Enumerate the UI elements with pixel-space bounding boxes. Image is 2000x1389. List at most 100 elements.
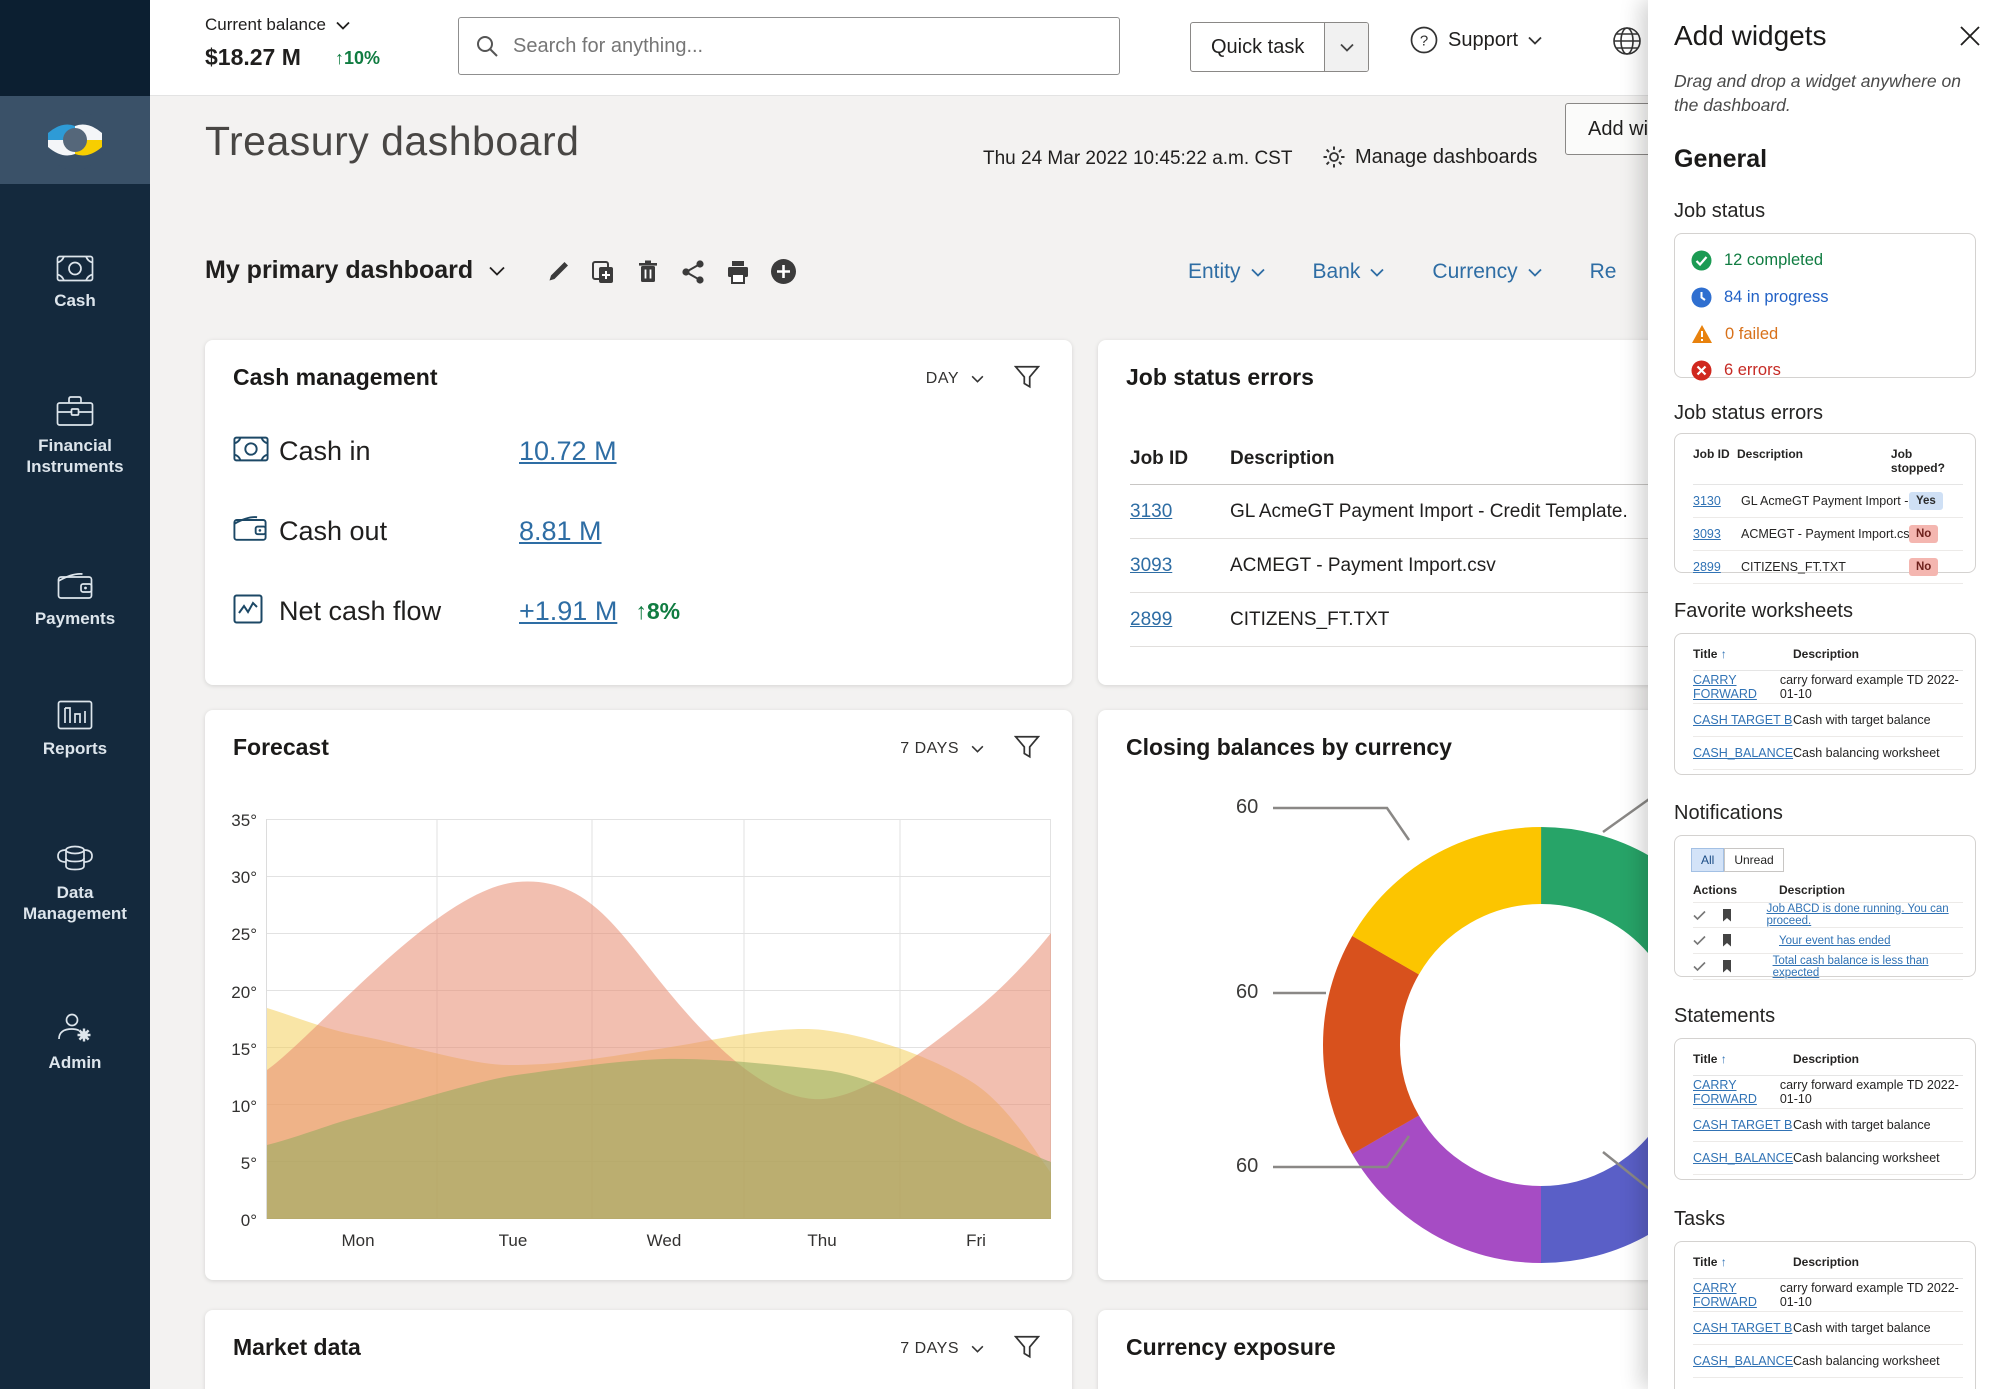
current-balance-dropdown[interactable]: Current balance [205, 15, 350, 35]
sidebar-item-payments[interactable]: Payments [0, 572, 150, 629]
tab-all[interactable]: All [1691, 848, 1724, 872]
donut-callout-label: 60 [1236, 796, 1258, 819]
statement-description: Cash with target balance [1793, 1118, 1931, 1132]
job-status-item: 84 in progress [1675, 279, 1975, 316]
manage-dashboards-button[interactable]: Manage dashboards [1322, 145, 1537, 169]
widget-notifications[interactable]: All Unread Actions Description Job ABCD … [1674, 835, 1976, 977]
filter-funnel-icon[interactable] [1014, 364, 1040, 390]
quick-task-main[interactable]: Quick task [1191, 23, 1324, 71]
mark-read-icon[interactable] [1693, 961, 1706, 972]
table-row: CASH_BALANCE Cash balancing worksheet [1693, 1142, 1963, 1175]
table-row: CASH_BALANCE Cash balancing worksheet [1693, 737, 1963, 770]
quick-task-dropdown[interactable] [1324, 23, 1368, 71]
statement-link[interactable]: CASH_BALANCE [1693, 1151, 1793, 1165]
net-cash-flow-value[interactable]: +1.91 M [519, 596, 617, 627]
filter-funnel-icon[interactable] [1014, 1334, 1040, 1360]
table-row: CASH TARGET B Cash with target balance [1693, 704, 1963, 737]
dashboard-selector[interactable]: My primary dashboard [205, 256, 505, 285]
market-period-dropdown[interactable]: 7 DAYS [900, 1340, 984, 1358]
error-circle-icon [1691, 360, 1712, 381]
language-globe-button[interactable] [1612, 26, 1642, 61]
cash-period-dropdown[interactable]: DAY [926, 370, 984, 388]
worksheet-description: carry forward example TD 2022-01-10 [1780, 673, 1963, 701]
filter-truncated[interactable]: Re [1590, 260, 1617, 284]
job-status-text: 0 failed [1725, 325, 1778, 344]
panel-title: Add widgets [1674, 20, 1827, 52]
sort-asc-icon[interactable]: ↑ [1721, 647, 1727, 661]
worksheet-link[interactable]: CARRY FORWARD [1693, 673, 1757, 701]
widget-favorite-worksheets[interactable]: Title ↑ Description CARRY FORWARD carry … [1674, 633, 1976, 775]
callout-line [1273, 808, 1409, 840]
notification-link[interactable]: Your event has ended [1779, 935, 1890, 947]
sidebar-item-data-management[interactable]: Data Management [0, 842, 150, 925]
widget-job-status[interactable]: 12 completed 84 in progress 0 failed 6 e… [1674, 233, 1976, 378]
edit-icon[interactable] [545, 259, 571, 285]
task-link[interactable]: CASH_BALANCE [1693, 1354, 1793, 1368]
notification-link[interactable]: Job ABCD is done running. You can procee… [1766, 903, 1963, 927]
job-id-link[interactable]: 2899 [1693, 560, 1721, 574]
job-status-text: 12 completed [1724, 251, 1823, 270]
x-tick: Fri [966, 1231, 986, 1251]
filter-currency[interactable]: Currency [1432, 260, 1541, 284]
forecast-period-dropdown[interactable]: 7 DAYS [900, 740, 984, 758]
sidebar-item-financial-instruments[interactable]: Financial Instruments [0, 395, 150, 478]
task-link[interactable]: CASH TARGET B [1693, 1321, 1792, 1335]
add-icon[interactable] [770, 258, 797, 285]
chevron-down-icon [1251, 268, 1265, 277]
cash-out-row: Cash out 8.81 M [233, 515, 602, 547]
search-input[interactable] [513, 35, 1103, 58]
table-row: 3093 ACMEGT - Payment Import.csv No [1693, 518, 1963, 551]
delete-icon[interactable] [635, 259, 661, 285]
share-icon[interactable] [680, 259, 706, 285]
sidebar-item-label: Payments [35, 608, 115, 629]
statement-link[interactable]: CARRY FORWARD [1693, 1078, 1757, 1106]
worksheet-link[interactable]: CASH TARGET B [1693, 713, 1792, 727]
worksheet-link[interactable]: CASH_BALANCE [1693, 746, 1793, 760]
cash-out-value[interactable]: 8.81 M [519, 516, 602, 547]
print-icon[interactable] [725, 259, 751, 285]
notification-link[interactable]: Total cash balance is less than expected [1773, 955, 1963, 979]
widget-label-notifications: Notifications [1674, 802, 1783, 825]
sidebar-item-admin[interactable]: Admin [0, 1012, 150, 1073]
close-icon[interactable] [1958, 24, 1982, 48]
mark-read-icon[interactable] [1693, 910, 1706, 921]
job-id-link[interactable]: 2899 [1130, 609, 1172, 630]
widget-job-status-errors[interactable]: Job ID Description Job stopped? 3130 GL … [1674, 433, 1976, 573]
task-link[interactable]: CARRY FORWARD [1693, 1281, 1757, 1309]
sidebar-item-reports[interactable]: Reports [0, 700, 150, 759]
chevron-down-icon [489, 266, 505, 276]
job-id-link[interactable]: 3130 [1130, 501, 1172, 522]
widget-tasks[interactable]: Title ↑ Description CARRY FORWARD carry … [1674, 1241, 1976, 1389]
tab-unread[interactable]: Unread [1724, 848, 1783, 872]
sort-asc-icon[interactable]: ↑ [1721, 1052, 1727, 1066]
filter-entity[interactable]: Entity [1188, 260, 1265, 284]
column-title: Title ↑ [1693, 1255, 1793, 1269]
app-logo[interactable] [0, 96, 150, 184]
support-menu[interactable]: ? Support [1410, 26, 1542, 54]
current-balance-value: $18.27 M [205, 44, 301, 71]
bookmark-icon[interactable] [1722, 934, 1732, 947]
worksheet-description: Cash with target balance [1793, 713, 1931, 727]
statement-link[interactable]: CASH TARGET B [1693, 1118, 1792, 1132]
cash-in-value[interactable]: 10.72 M [519, 436, 617, 467]
bookmark-icon[interactable] [1722, 909, 1732, 922]
job-id-link[interactable]: 3130 [1693, 494, 1721, 508]
mark-read-icon[interactable] [1693, 935, 1706, 946]
balance-change: ↑10% [335, 48, 380, 69]
sort-asc-icon[interactable]: ↑ [1721, 1255, 1727, 1269]
sidebar-item-cash[interactable]: Cash [0, 255, 150, 311]
check-circle-icon [1691, 250, 1712, 271]
filter-funnel-icon[interactable] [1014, 734, 1040, 760]
table-header: Title ↑ Description [1693, 1039, 1963, 1076]
widget-statements[interactable]: Title ↑ Description CARRY FORWARD carry … [1674, 1038, 1976, 1180]
card-title: Currency exposure [1126, 1334, 1336, 1361]
trend-up-icon: ↑ [335, 48, 344, 68]
filter-bank[interactable]: Bank [1313, 260, 1385, 284]
job-id-link[interactable]: 3093 [1693, 527, 1721, 541]
forecast-card: Forecast 7 DAYS 35° 30° 25° 20° 15° 10° … [205, 710, 1072, 1280]
job-id-link[interactable]: 3093 [1130, 555, 1172, 576]
bookmark-icon[interactable] [1722, 960, 1732, 973]
add-widgets-panel: Add widgets Drag and drop a widget anywh… [1648, 0, 2000, 1389]
duplicate-icon[interactable] [590, 259, 616, 285]
briefcase-icon [56, 395, 94, 427]
